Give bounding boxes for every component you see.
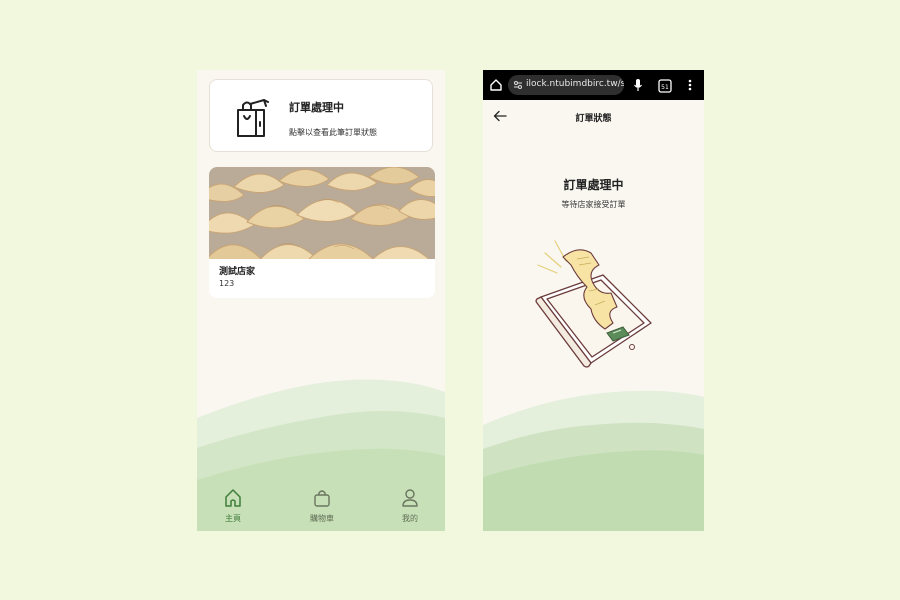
browser-home-icon[interactable] [489,78,503,92]
nav-tab-profile[interactable]: 我的 [380,475,440,531]
nav-tab-home[interactable]: 主頁 [203,475,263,531]
bag-icon [314,490,330,507]
order-card-subtitle: 點擊以查看此筆訂單狀態 [289,128,377,137]
nav-label-home: 主頁 [225,514,241,523]
site-settings-icon[interactable] [513,80,523,90]
store-card[interactable]: 測試店家 123 [209,167,435,298]
home-screen: 訂單處理中 點擊以查看此筆訂單狀態 測試店家 123 主頁 購物車 我的 [197,70,445,531]
tab-count-icon: 51 [658,79,672,93]
order-status-screen: ilock.ntubimdbirc.tw/s 51 訂單狀態 訂單處理中 等待店… [483,70,704,531]
store-description: 123 [219,279,235,288]
page-title: 訂單狀態 [575,114,612,124]
phone-receipt-illustration [535,240,652,368]
nav-label-cart: 購物車 [310,514,334,523]
microphone-icon[interactable] [633,78,643,92]
status-message: 等待店家接受訂單 [561,200,626,209]
more-menu-icon[interactable] [687,78,693,92]
order-card-title: 訂單處理中 [289,101,344,114]
nav-tab-cart[interactable]: 購物車 [292,475,352,531]
address-bar[interactable]: ilock.ntubimdbirc.tw/s [508,75,624,95]
nav-label-profile: 我的 [402,514,418,523]
shopping-bag-icon [237,99,269,137]
order-status-card[interactable]: 訂單處理中 點擊以查看此筆訂單狀態 [209,79,433,152]
home-icon [225,489,241,507]
tab-count: 51 [661,84,669,91]
url-text: ilock.ntubimdbirc.tw/s [526,79,624,89]
dumplings-photo [209,167,435,259]
bottom-navigation: 主頁 購物車 我的 [197,475,445,531]
tab-switcher-button[interactable]: 51 [658,78,672,93]
browser-toolbar: ilock.ntubimdbirc.tw/s 51 [483,70,704,100]
app-header: 訂單狀態 [483,100,704,132]
store-name: 測試店家 [219,267,256,277]
status-heading: 訂單處理中 [563,178,624,192]
user-icon [402,489,418,507]
decorative-waves [483,390,704,531]
